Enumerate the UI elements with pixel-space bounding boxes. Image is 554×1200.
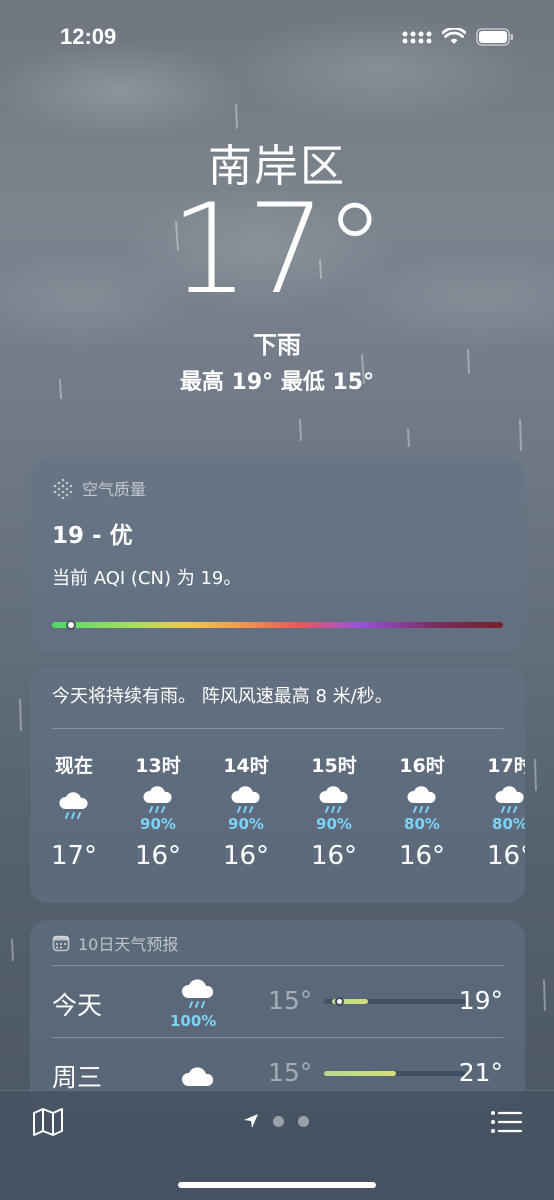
hour-temperature: 16°: [222, 841, 270, 871]
day-high: 21°: [458, 1058, 503, 1087]
aqi-value: 19 - 优: [52, 523, 133, 549]
temperature-range-bar: [324, 1071, 466, 1076]
temperature-range-bar: [324, 997, 466, 1006]
ten-day-label: 10日天气预报: [78, 934, 179, 954]
home-indicator[interactable]: [178, 1182, 376, 1188]
hour-temperature: 16°: [398, 841, 446, 871]
cloud-rain-icon: [143, 786, 172, 813]
cloud-rain-icon: [181, 979, 214, 1008]
hour-temperature: 16°: [486, 841, 525, 871]
cloud-rain-icon: [59, 792, 88, 819]
hourly-list[interactable]: 现在 17° 13时 90% 16° 14时 90% 16° 15时 90% 1…: [51, 729, 525, 903]
page-dot-icon[interactable]: [273, 1116, 284, 1127]
hour-precip-chance: 90%: [140, 815, 176, 833]
list-icon[interactable]: [490, 1109, 522, 1135]
hour-precip-chance: 90%: [228, 815, 264, 833]
current-condition: 下雨: [253, 331, 301, 359]
hour-label: 现在: [54, 755, 93, 777]
hour-precip-chance: 90%: [316, 815, 352, 833]
hour-label: 17时: [487, 755, 525, 777]
hourly-forecast-card[interactable]: 今天将持续有雨。 阵风风速最高 8 米/秒。 现在 17° 13时 90% 16…: [30, 667, 525, 903]
day-row[interactable]: 今天 100% 15° 19°: [52, 966, 503, 1038]
cloud-rain-icon: [231, 786, 260, 813]
hour-label: 15时: [311, 755, 357, 777]
hour-temperature: 17°: [50, 841, 98, 871]
calendar-icon: [52, 935, 70, 951]
temperature-range-fill: [324, 1071, 396, 1076]
hour-precip-chance: 80%: [492, 815, 525, 833]
map-icon[interactable]: [32, 1107, 64, 1137]
hour-precip-chance: 80%: [404, 815, 440, 833]
aqi-scale-bar: [52, 622, 503, 628]
day-precip-chance: 100%: [170, 1012, 217, 1030]
cellular-icon: [402, 31, 432, 44]
battery-icon: [476, 28, 513, 46]
hour-temperature: 16°: [134, 841, 182, 871]
ten-day-header: 10日天气预报: [52, 920, 503, 966]
day-low: 15°: [268, 1058, 313, 1087]
ten-day-forecast-card[interactable]: 10日天气预报 今天 100% 15° 19° 周三 15° 21°: [30, 920, 525, 1110]
air-quality-card[interactable]: 空气质量 19 - 优 当前 AQI (CN) 为 19。: [30, 458, 525, 652]
weather-header: 南岸区 17° 下雨 最高 19° 最低 15°: [0, 130, 554, 395]
aqi-description: 当前 AQI (CN) 为 19。: [52, 568, 242, 589]
status-bar: 12:09: [0, 0, 554, 70]
air-quality-label: 空气质量: [82, 480, 147, 499]
cloud-rain-icon: [407, 786, 436, 813]
hour-label: 14时: [223, 755, 269, 777]
status-time: 12:09: [60, 24, 117, 49]
air-quality-header: 空气质量: [52, 476, 503, 500]
status-icons: [402, 28, 514, 46]
cloud-rain-icon: [319, 786, 348, 813]
cloud-rain-icon: [495, 786, 524, 813]
day-name: 今天: [52, 991, 103, 1020]
current-temperature-marker: [335, 997, 344, 1006]
wifi-icon: [442, 28, 466, 44]
high-low: 最高 19° 最低 15°: [179, 370, 375, 395]
aqi-level-indicator: [66, 620, 76, 630]
hour-label: 13时: [135, 755, 181, 777]
air-quality-icon: [53, 478, 73, 499]
location-arrow-icon[interactable]: [243, 1113, 259, 1129]
day-low: 15°: [268, 986, 313, 1015]
hour-temperature: 16°: [310, 841, 358, 871]
hourly-summary: 今天将持续有雨。 阵风风速最高 8 米/秒。: [52, 667, 503, 729]
bottom-toolbar: [0, 1090, 554, 1200]
page-dot-icon[interactable]: [298, 1116, 309, 1127]
hour-label: 16时: [399, 755, 445, 777]
current-temperature: 17°: [170, 178, 386, 322]
day-name: 周三: [52, 1063, 103, 1092]
day-high: 19°: [458, 986, 503, 1015]
